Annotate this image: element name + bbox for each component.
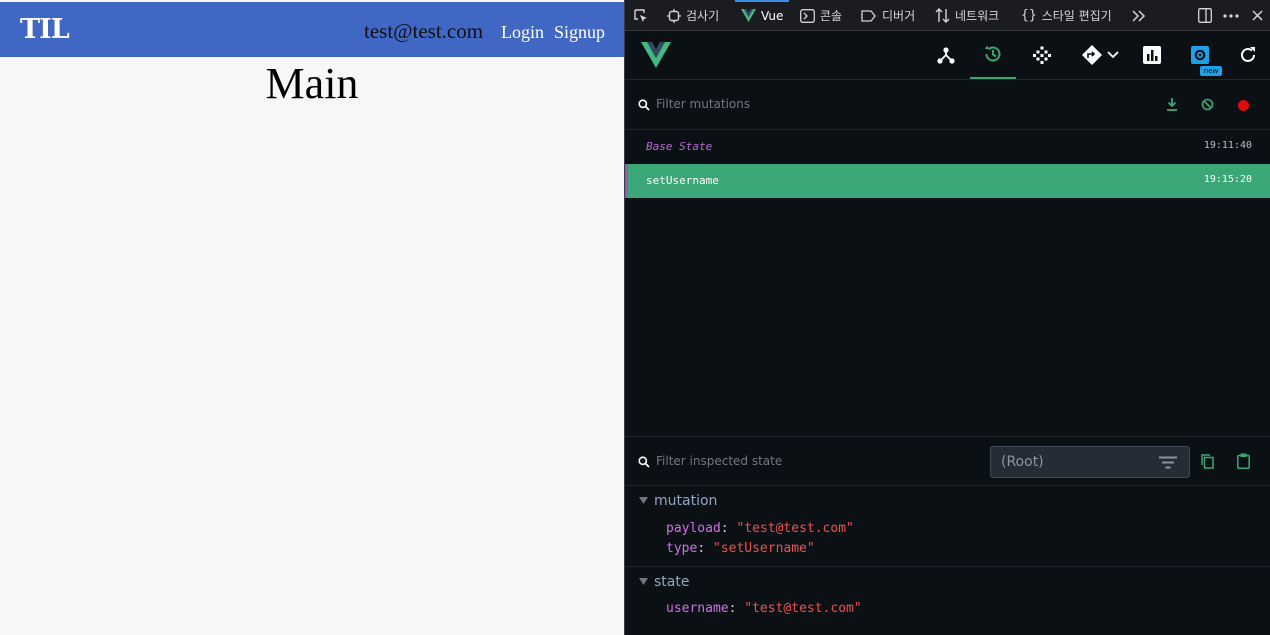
payload-property: payload: "test@test.com": [666, 521, 854, 536]
console-icon: [800, 8, 815, 23]
components-icon[interactable]: [923, 31, 969, 79]
mutation-time: 19:15:20: [1203, 174, 1252, 185]
more-tabs-icon[interactable]: [1132, 0, 1146, 31]
root-select-value: (Root): [1001, 454, 1044, 470]
mutation-time: 19:11:40: [1203, 140, 1252, 151]
paste-icon[interactable]: [1237, 453, 1250, 469]
state-section-label: state: [654, 574, 690, 590]
tab-network[interactable]: 네트워크: [935, 0, 999, 31]
login-link[interactable]: Login: [501, 22, 544, 43]
record-icon[interactable]: [1237, 99, 1250, 112]
state-section-toggle[interactable]: state: [625, 566, 1270, 596]
tab-debugger-label: 디버거: [882, 9, 916, 23]
mutation-name: setUsername: [646, 174, 719, 187]
state-filter-bar: (Root): [625, 436, 1270, 486]
tab-debugger[interactable]: 디버거: [861, 0, 915, 31]
refresh-icon[interactable]: [1225, 31, 1270, 79]
type-value: "setUsername": [712, 541, 815, 556]
braces-icon: {}: [1021, 8, 1037, 23]
devtools-panel: 검사기 Vue 콘솔 디버거 네트워크 {} 스타일 편집기 new Filte…: [624, 0, 1270, 635]
tab-vue[interactable]: Vue: [734, 0, 790, 31]
dock-side-icon[interactable]: [1198, 0, 1212, 31]
router-icon[interactable]: [1073, 31, 1127, 79]
payload-value: "test@test.com": [736, 521, 854, 536]
type-key: type: [666, 541, 698, 556]
vuex-icon[interactable]: [1019, 31, 1065, 79]
tab-console-label: 콘솔: [820, 9, 843, 23]
clear-icon[interactable]: [1201, 98, 1214, 111]
mutation-name: Base State: [646, 140, 713, 153]
state-filter-input[interactable]: [656, 454, 956, 468]
search-icon: [638, 456, 650, 468]
new-badge: new: [1200, 66, 1222, 76]
devtools-tabbar: 검사기 Vue 콘솔 디버거 네트워크 {} 스타일 편집기: [625, 0, 1270, 31]
app-header: TIL test@test.com Login Signup: [0, 2, 624, 57]
vue-devtools-toolbar: new: [625, 31, 1270, 80]
debugger-icon: [861, 9, 876, 22]
download-icon[interactable]: [1166, 98, 1178, 111]
tab-console[interactable]: 콘솔: [800, 0, 842, 31]
timeline-icon[interactable]: [970, 31, 1016, 79]
more-options-icon[interactable]: [1223, 0, 1239, 31]
mutation-section-toggle[interactable]: mutation: [625, 486, 1270, 516]
caret-down-icon: [639, 497, 648, 504]
mutation-section-label: mutation: [654, 493, 718, 509]
filter-list-icon: [1159, 456, 1177, 469]
mutation-item-set-username[interactable]: setUsername 19:15:20: [625, 164, 1270, 198]
root-select[interactable]: (Root): [990, 446, 1190, 478]
username-property: username: "test@test.com": [666, 601, 862, 616]
username-value: "test@test.com": [744, 601, 862, 616]
username-key: username: [666, 601, 729, 616]
caret-down-icon: [639, 578, 648, 585]
vue-logo-icon: [741, 9, 756, 22]
performance-icon[interactable]: [1129, 31, 1175, 79]
app-logo[interactable]: TIL: [20, 14, 70, 45]
tab-vue-label: Vue: [761, 8, 784, 23]
tab-network-label: 네트워크: [955, 9, 1000, 23]
signup-link[interactable]: Signup: [554, 22, 605, 43]
close-icon[interactable]: [1252, 0, 1263, 31]
mutation-item-base-state[interactable]: Base State 19:11:40: [625, 130, 1270, 164]
inspector-icon: [667, 8, 681, 23]
payload-key: payload: [666, 521, 721, 536]
type-property: type: "setUsername": [666, 541, 815, 556]
vue-logo-icon: [641, 42, 671, 72]
network-icon: [935, 8, 950, 23]
mutation-filter-bar: [625, 80, 1270, 130]
tab-inspector[interactable]: 검사기: [667, 0, 719, 31]
search-icon: [638, 99, 650, 111]
mutation-filter-input[interactable]: [656, 97, 956, 111]
element-picker-icon[interactable]: [633, 0, 649, 31]
username-label: test@test.com: [364, 19, 484, 43]
tab-style-editor-label: 스타일 편집기: [1041, 9, 1112, 23]
page-title: Main: [265, 59, 359, 108]
tab-inspector-label: 검사기: [686, 9, 720, 23]
tab-style-editor[interactable]: {} 스타일 편집기: [1021, 0, 1112, 31]
copy-icon[interactable]: [1201, 454, 1214, 469]
chevron-down-icon: [1106, 51, 1119, 59]
app-page: TIL test@test.com Login Signup Main: [0, 0, 624, 635]
